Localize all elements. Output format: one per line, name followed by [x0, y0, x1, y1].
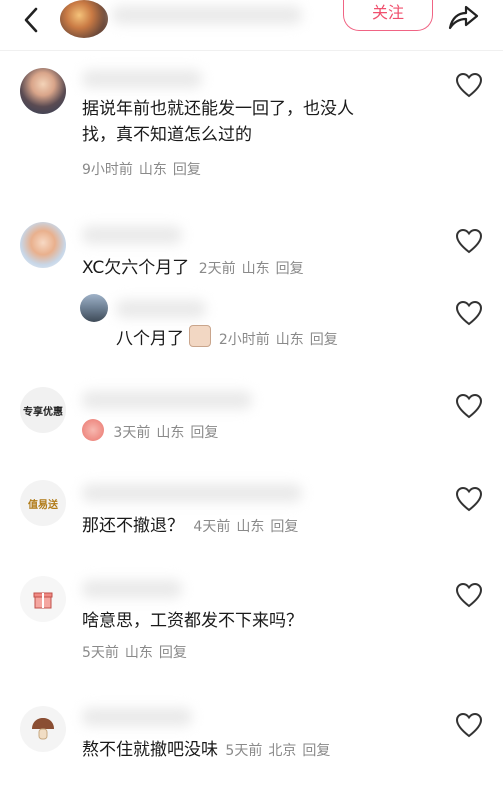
comment-text: 据说年前也就还能发一回了，也没人 找，真不知道怎么过的 — [82, 99, 354, 145]
heart-icon[interactable] — [455, 486, 483, 512]
comment-text: 3天前 山东 回复 — [82, 419, 224, 446]
comment-location: 山东 — [138, 162, 167, 178]
gift-icon — [33, 592, 53, 609]
avatar[interactable] — [80, 294, 108, 322]
username-redacted — [116, 300, 206, 318]
heart-icon[interactable] — [455, 582, 483, 608]
comment-location: 山东 — [241, 261, 270, 277]
comment-location: 山东 — [124, 645, 153, 661]
heart-icon[interactable] — [455, 393, 483, 419]
mushroom-icon — [32, 718, 54, 740]
username-redacted — [82, 580, 182, 598]
comment-time: 5天前 — [225, 743, 263, 759]
comment-location: 山东 — [275, 332, 304, 348]
comment-time: 4天前 — [193, 519, 231, 535]
comment-text: XC欠六个月了 2天前 山东 回复 — [82, 255, 310, 282]
comment-meta: 5天前 北京 回复 — [225, 743, 336, 759]
author-name-redacted — [112, 6, 302, 24]
share-icon[interactable] — [446, 2, 480, 32]
comment-time: 2小时前 — [218, 332, 270, 348]
heart-icon[interactable] — [455, 300, 483, 326]
avatar[interactable] — [20, 706, 66, 752]
username-redacted — [82, 391, 252, 409]
back-arrow-icon[interactable] — [18, 6, 46, 34]
follow-button[interactable]: 关注 — [343, 0, 433, 31]
comment-meta: 2小时前 山东 回复 — [219, 332, 344, 348]
reply-button[interactable]: 回复 — [190, 425, 218, 441]
comment-time: 3天前 — [113, 425, 151, 441]
comment-location: 山东 — [236, 519, 265, 535]
avatar[interactable] — [20, 576, 66, 622]
heart-icon[interactable] — [455, 712, 483, 738]
reply-button[interactable]: 回复 — [159, 645, 187, 661]
comment-time: 5天前 — [82, 645, 119, 661]
username-redacted — [82, 70, 202, 88]
top-bar: 关注 — [0, 0, 503, 51]
heart-icon[interactable] — [455, 228, 483, 254]
comment-location: 北京 — [268, 743, 297, 759]
reply-button[interactable]: 回复 — [310, 332, 338, 348]
reply-button[interactable]: 回复 — [302, 743, 330, 759]
comment-text: 那还不撤退？ 4天前 山东 回复 — [82, 513, 304, 540]
comment-meta: 9小时前 山东 回复 — [82, 159, 207, 179]
comment-meta: 2天前 山东 回复 — [199, 261, 310, 277]
heart-icon[interactable] — [455, 72, 483, 98]
comment-text: 熬不住就撤吧没味 5天前 北京 回复 — [82, 737, 336, 764]
comment-time: 2天前 — [198, 261, 236, 277]
reply-button[interactable]: 回复 — [276, 261, 304, 277]
comment-text: 八个月了 2小时前 山东 回复 — [116, 325, 344, 353]
reply-button[interactable]: 回复 — [270, 519, 298, 535]
comment-text: 啥意思，工资都发不下来吗？ — [82, 611, 303, 631]
avatar[interactable] — [20, 222, 66, 268]
username-redacted — [82, 484, 302, 502]
author-avatar[interactable] — [60, 0, 108, 38]
comment-meta: 4天前 山东 回复 — [193, 519, 304, 535]
avatar[interactable] — [20, 68, 66, 114]
emoji-sticker-icon — [82, 419, 104, 441]
comment-meta: 5天前 山东 回复 — [82, 642, 193, 662]
reply-button[interactable]: 回复 — [173, 162, 201, 178]
comment-location: 山东 — [156, 425, 185, 441]
comment-meta: 3天前 山东 回复 — [113, 425, 224, 441]
username-redacted — [82, 226, 182, 244]
avatar[interactable]: 专享优惠 — [20, 387, 66, 433]
username-redacted — [82, 708, 192, 726]
avatar[interactable]: 值易送 — [20, 480, 66, 526]
comment-time: 9小时前 — [82, 162, 133, 178]
emoji-sticker-icon — [189, 325, 212, 347]
